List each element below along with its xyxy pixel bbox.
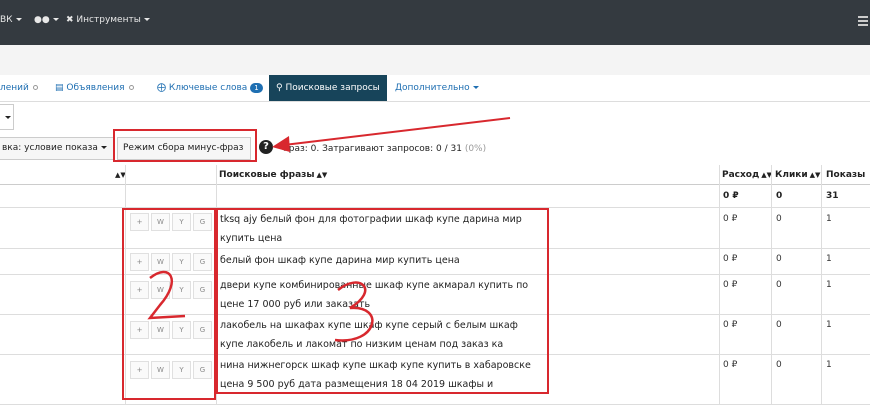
annotation-arrow <box>147 117 511 342</box>
